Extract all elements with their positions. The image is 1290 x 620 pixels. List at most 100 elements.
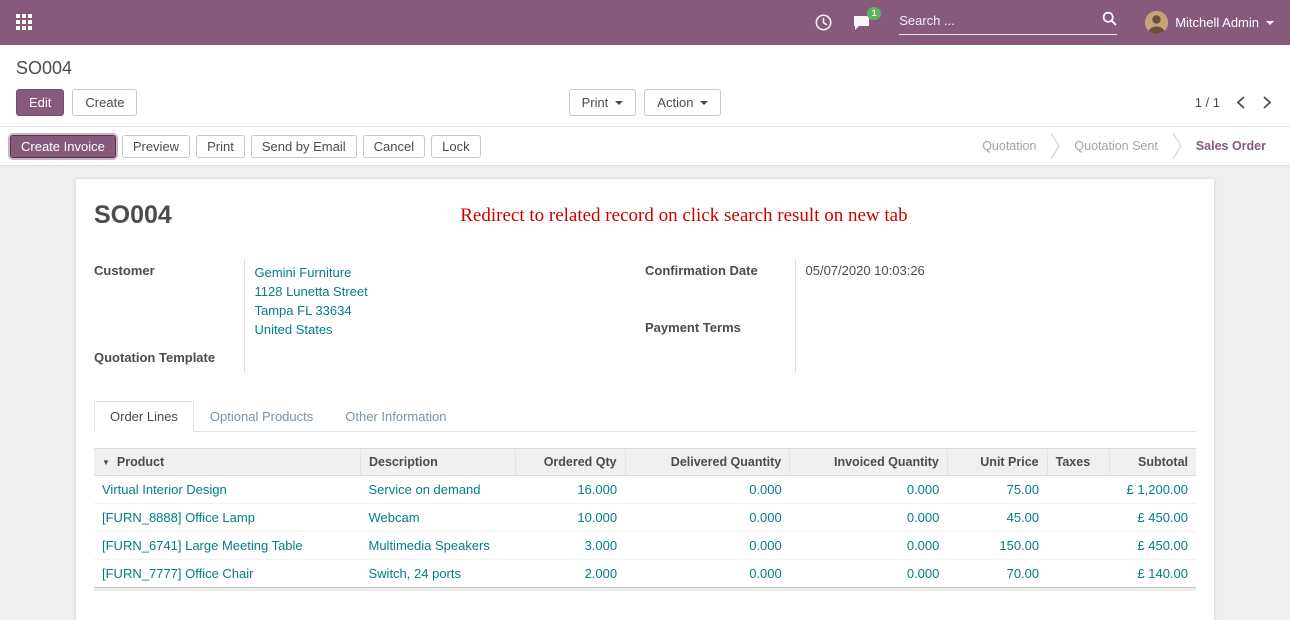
cell-product[interactable]: Virtual Interior Design	[94, 476, 361, 504]
confirmation-date-label: Confirmation Date	[645, 260, 795, 317]
cell-delivered-qty: 0.000	[625, 476, 790, 504]
statusbar: Create Invoice Preview Print Send by Ema…	[0, 126, 1290, 166]
header-ordered-qty[interactable]: Ordered Qty	[515, 449, 625, 476]
order-lines-table: ▼Product Description Ordered Qty Deliver…	[94, 448, 1196, 587]
table-row[interactable]: Virtual Interior Design Service on deman…	[94, 476, 1196, 504]
cell-invoiced-qty: 0.000	[790, 476, 948, 504]
customer-name-link[interactable]: Gemini Furniture	[255, 263, 646, 282]
customer-country-link[interactable]: United States	[255, 320, 646, 339]
cell-unit-price: 150.00	[947, 532, 1047, 560]
cell-product[interactable]: [FURN_7777] Office Chair	[94, 560, 361, 588]
tab-order-lines[interactable]: Order Lines	[94, 401, 194, 432]
header-unit-price[interactable]: Unit Price	[947, 449, 1047, 476]
field-group-left: Customer Gemini Furniture 1128 Lunetta S…	[94, 260, 645, 373]
cell-subtotal: £ 140.00	[1109, 560, 1196, 588]
confirmation-date-row: Confirmation Date 05/07/2020 10:03:26	[645, 260, 1196, 317]
cell-product[interactable]: [FURN_6741] Large Meeting Table	[94, 532, 361, 560]
chevron-down-icon	[700, 101, 708, 105]
action-dropdown-button[interactable]: Action	[644, 89, 721, 116]
chevron-down-icon	[615, 101, 623, 105]
edit-button[interactable]: Edit	[16, 89, 64, 116]
create-button[interactable]: Create	[72, 89, 137, 116]
header-invoiced-qty[interactable]: Invoiced Quantity	[790, 449, 948, 476]
tab-other-information[interactable]: Other Information	[329, 401, 462, 432]
apps-menu-icon[interactable]	[16, 14, 34, 32]
customer-street-link[interactable]: 1128 Lunetta Street	[255, 282, 646, 301]
cell-subtotal: £ 450.00	[1109, 532, 1196, 560]
field-group-right: Confirmation Date 05/07/2020 10:03:26 Pa…	[645, 260, 1196, 373]
control-row: Edit Create Print Action 1 / 1	[0, 81, 1290, 126]
cell-invoiced-qty: 0.000	[790, 560, 948, 588]
table-row[interactable]: [FURN_7777] Office Chair Switch, 24 port…	[94, 560, 1196, 588]
global-search	[899, 11, 1117, 35]
content-area: SO004 Redirect to related record on clic…	[0, 166, 1290, 620]
cell-taxes	[1047, 532, 1109, 560]
status-step-quotation-sent[interactable]: Quotation Sent	[1060, 133, 1171, 159]
status-step-sales-order[interactable]: Sales Order	[1182, 133, 1280, 159]
send-by-email-button[interactable]: Send by Email	[251, 135, 357, 158]
cell-invoiced-qty: 0.000	[790, 532, 948, 560]
cancel-button[interactable]: Cancel	[363, 135, 425, 158]
pager-previous-button[interactable]	[1234, 94, 1247, 111]
search-icon[interactable]	[1102, 11, 1117, 31]
payment-terms-label: Payment Terms	[645, 317, 795, 374]
header-delivered-qty[interactable]: Delivered Quantity	[625, 449, 790, 476]
quotation-template-label: Quotation Template	[94, 347, 244, 373]
cell-delivered-qty: 0.000	[625, 504, 790, 532]
pager-next-button[interactable]	[1261, 94, 1274, 111]
preview-button[interactable]: Preview	[122, 135, 190, 158]
activities-clock-icon[interactable]	[815, 14, 832, 31]
pager: 1 / 1	[721, 94, 1274, 111]
table-row[interactable]: [FURN_6741] Large Meeting Table Multimed…	[94, 532, 1196, 560]
search-input[interactable]	[899, 13, 1102, 28]
header-product[interactable]: ▼Product	[94, 449, 361, 476]
notebook-tabs: Order Lines Optional Products Other Info…	[94, 401, 1196, 432]
customer-city-link[interactable]: Tampa FL 33634	[255, 301, 646, 320]
cell-unit-price: 45.00	[947, 504, 1047, 532]
status-pipeline: Quotation Quotation Sent Sales Order	[968, 132, 1280, 160]
tab-optional-products[interactable]: Optional Products	[194, 401, 329, 432]
sheet-title-row: SO004 Redirect to related record on clic…	[94, 201, 1196, 230]
cell-delivered-qty: 0.000	[625, 560, 790, 588]
confirmation-date-value: 05/07/2020 10:03:26	[795, 260, 1196, 317]
cell-description: Service on demand	[361, 476, 516, 504]
form-sheet: SO004 Redirect to related record on clic…	[75, 178, 1215, 620]
cell-subtotal: £ 450.00	[1109, 504, 1196, 532]
table-row[interactable]: [FURN_8888] Office Lamp Webcam 10.000 0.…	[94, 504, 1196, 532]
create-invoice-button[interactable]: Create Invoice	[10, 135, 116, 158]
cell-ordered-qty: 16.000	[515, 476, 625, 504]
header-subtotal[interactable]: Subtotal	[1109, 449, 1196, 476]
sort-caret-icon: ▼	[102, 458, 110, 467]
messages-icon[interactable]: 1	[852, 14, 871, 31]
cell-subtotal: £ 1,200.00	[1109, 476, 1196, 504]
topbar-right: 1 Mitchell Admin	[815, 11, 1274, 35]
cell-ordered-qty: 10.000	[515, 504, 625, 532]
messages-count-badge: 1	[867, 7, 881, 20]
lock-button[interactable]: Lock	[431, 135, 480, 158]
user-menu[interactable]: Mitchell Admin	[1145, 11, 1274, 34]
header-taxes[interactable]: Taxes	[1047, 449, 1109, 476]
status-step-quotation[interactable]: Quotation	[968, 133, 1050, 159]
payment-terms-value	[795, 317, 1196, 374]
red-annotation-text: Redirect to related record on click sear…	[172, 201, 1196, 227]
header-description[interactable]: Description	[361, 449, 516, 476]
cell-taxes	[1047, 504, 1109, 532]
customer-value: Gemini Furniture 1128 Lunetta Street Tam…	[244, 260, 645, 347]
breadcrumb: SO004	[0, 45, 1290, 81]
cell-taxes	[1047, 476, 1109, 504]
print-button[interactable]: Print	[196, 135, 245, 158]
chevron-separator-icon	[1050, 132, 1060, 160]
cell-delivered-qty: 0.000	[625, 532, 790, 560]
control-center-buttons: Print Action	[569, 89, 722, 116]
customer-label: Customer	[94, 260, 244, 347]
cell-unit-price: 75.00	[947, 476, 1047, 504]
control-left-buttons: Edit Create	[16, 89, 569, 116]
payment-terms-row: Payment Terms	[645, 317, 1196, 374]
chevron-separator-icon	[1172, 132, 1182, 160]
control-panel: SO004 Edit Create Print Action 1 / 1	[0, 45, 1290, 126]
cell-ordered-qty: 3.000	[515, 532, 625, 560]
user-name: Mitchell Admin	[1175, 15, 1259, 30]
print-dropdown-button[interactable]: Print	[569, 89, 637, 116]
cell-product[interactable]: [FURN_8888] Office Lamp	[94, 504, 361, 532]
cell-unit-price: 70.00	[947, 560, 1047, 588]
